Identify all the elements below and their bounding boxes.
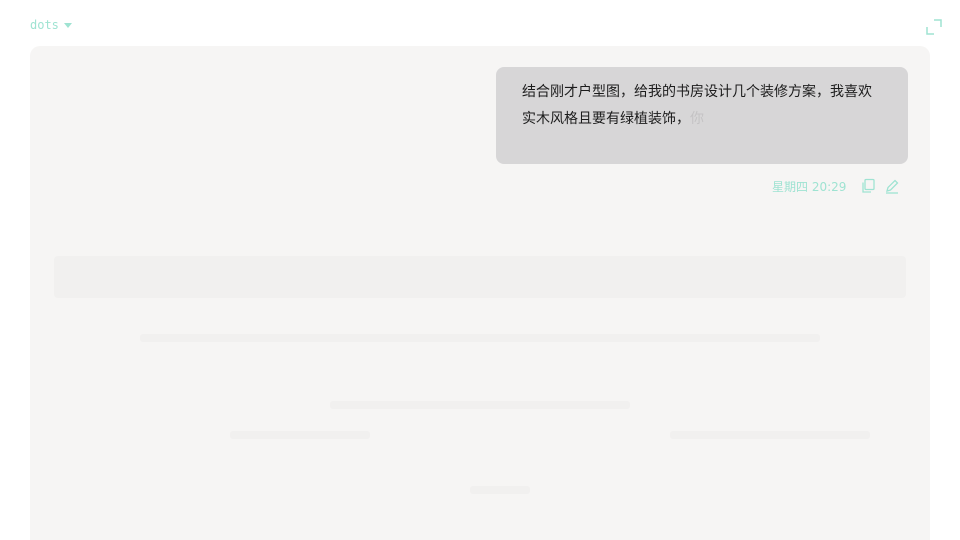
top-bar: dots (0, 0, 960, 46)
message-timestamp: 星期四 20:29 (772, 179, 847, 194)
model-label: dots (30, 18, 59, 32)
faded-preview-line (330, 401, 630, 409)
faded-preview-line (670, 431, 870, 439)
faded-preview-line (140, 334, 820, 342)
user-message-bubble: 结合刚才户型图，给我的书房设计几个装修方案，我喜欢实木风格且要有绿植装饰，你 (496, 67, 908, 164)
faded-preview-bar (54, 256, 906, 298)
message-meta: 星期四 20:29 (772, 176, 900, 196)
edit-icon[interactable] (884, 178, 900, 194)
copy-icon[interactable] (860, 178, 876, 194)
chevron-down-icon (63, 23, 72, 28)
expand-icon[interactable] (926, 19, 942, 35)
message-text-streaming: 你 (690, 111, 704, 127)
chat-panel: 结合刚才户型图，给我的书房设计几个装修方案，我喜欢实木风格且要有绿植装饰，你 星… (30, 46, 930, 540)
faded-preview-line (470, 486, 530, 494)
model-selector[interactable]: dots (30, 18, 72, 32)
faded-preview-line (230, 431, 370, 439)
